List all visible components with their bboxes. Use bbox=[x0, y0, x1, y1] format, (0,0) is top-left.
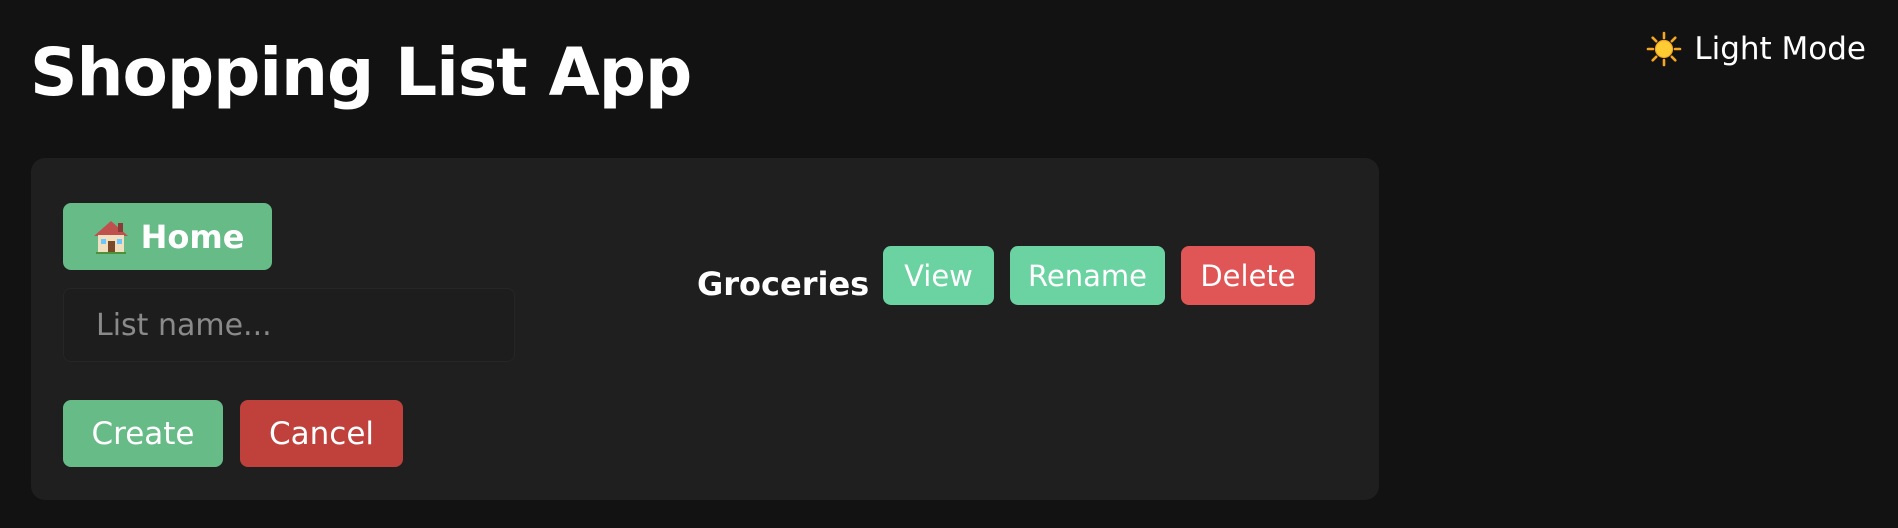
rename-list-button[interactable]: Rename bbox=[1010, 246, 1165, 305]
list-item-name: Groceries bbox=[697, 265, 870, 303]
theme-toggle-label: Light Mode bbox=[1694, 31, 1866, 67]
list-panel: Home Create Cancel Groceries View Rename… bbox=[31, 158, 1379, 500]
create-button[interactable]: Create bbox=[63, 400, 223, 467]
home-button[interactable]: Home bbox=[63, 203, 272, 270]
view-list-button[interactable]: View bbox=[883, 246, 994, 305]
cancel-button[interactable]: Cancel bbox=[240, 400, 403, 467]
page-title: Shopping List App bbox=[30, 34, 692, 111]
list-name-input[interactable] bbox=[63, 288, 515, 362]
delete-list-button[interactable]: Delete bbox=[1181, 246, 1315, 305]
theme-toggle-button[interactable]: Light Mode bbox=[1646, 24, 1866, 74]
house-icon bbox=[93, 220, 128, 254]
home-button-label: Home bbox=[140, 217, 245, 256]
sun-icon bbox=[1647, 31, 1682, 67]
